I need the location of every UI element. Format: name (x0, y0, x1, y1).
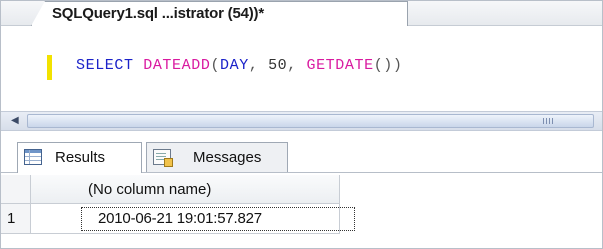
query-editor[interactable]: SELECT DATEADD(DAY, 50, GETDATE()) (1, 26, 602, 108)
keyword-select: SELECT (76, 57, 134, 74)
close-paren: ) (392, 57, 403, 74)
getdate-parens: () (373, 57, 393, 74)
scrollbar-thumb[interactable] (27, 114, 594, 128)
tab-results-label: Results (55, 149, 106, 166)
function-dateadd: DATEADD (143, 57, 211, 74)
query-window: SQLQuery1.sql ...istrator (54))* SELECT … (0, 0, 603, 249)
row-number: 1 (7, 210, 16, 227)
comma-separator: , (248, 57, 269, 74)
grid-corner-header[interactable] (1, 175, 31, 204)
document-tab[interactable]: SQLQuery1.sql ...istrator (54))* (31, 1, 408, 26)
scroll-left-arrow-icon[interactable]: ◀ (11, 114, 25, 128)
results-tab-bar: Results Messages (1, 132, 602, 173)
column-header[interactable]: (No column name) (31, 175, 340, 204)
number-literal: 50 (268, 57, 288, 74)
table-cell[interactable]: 2010-06-21 19:01:57.827 (31, 204, 355, 234)
row-header[interactable]: 1 (1, 204, 31, 234)
change-indicator (47, 55, 52, 80)
comma-separator: , (287, 57, 307, 74)
editor-margin (1, 26, 31, 108)
horizontal-scrollbar[interactable]: ◀ (1, 111, 602, 131)
tab-results[interactable]: Results (17, 142, 142, 173)
open-paren: ( (210, 57, 221, 74)
column-header-label: (No column name) (88, 181, 212, 198)
keyword-day: DAY (220, 57, 249, 74)
cell-value: 2010-06-21 19:01:57.827 (98, 210, 262, 227)
function-getdate: GETDATE (306, 57, 374, 74)
tab-messages[interactable]: Messages (146, 142, 288, 172)
grid-icon (24, 149, 42, 165)
code-line-1[interactable]: SELECT DATEADD(DAY, 50, GETDATE()) (76, 57, 403, 74)
results-grid: (No column name) 1 2010-06-21 19:01:57.8… (1, 173, 602, 248)
document-tab-title: SQLQuery1.sql ...istrator (54))* (52, 5, 264, 22)
tab-messages-label: Messages (193, 149, 262, 166)
scroll-grip-icon (543, 118, 555, 124)
messages-icon (153, 149, 173, 167)
document-tab-strip: SQLQuery1.sql ...istrator (54))* (1, 1, 602, 26)
